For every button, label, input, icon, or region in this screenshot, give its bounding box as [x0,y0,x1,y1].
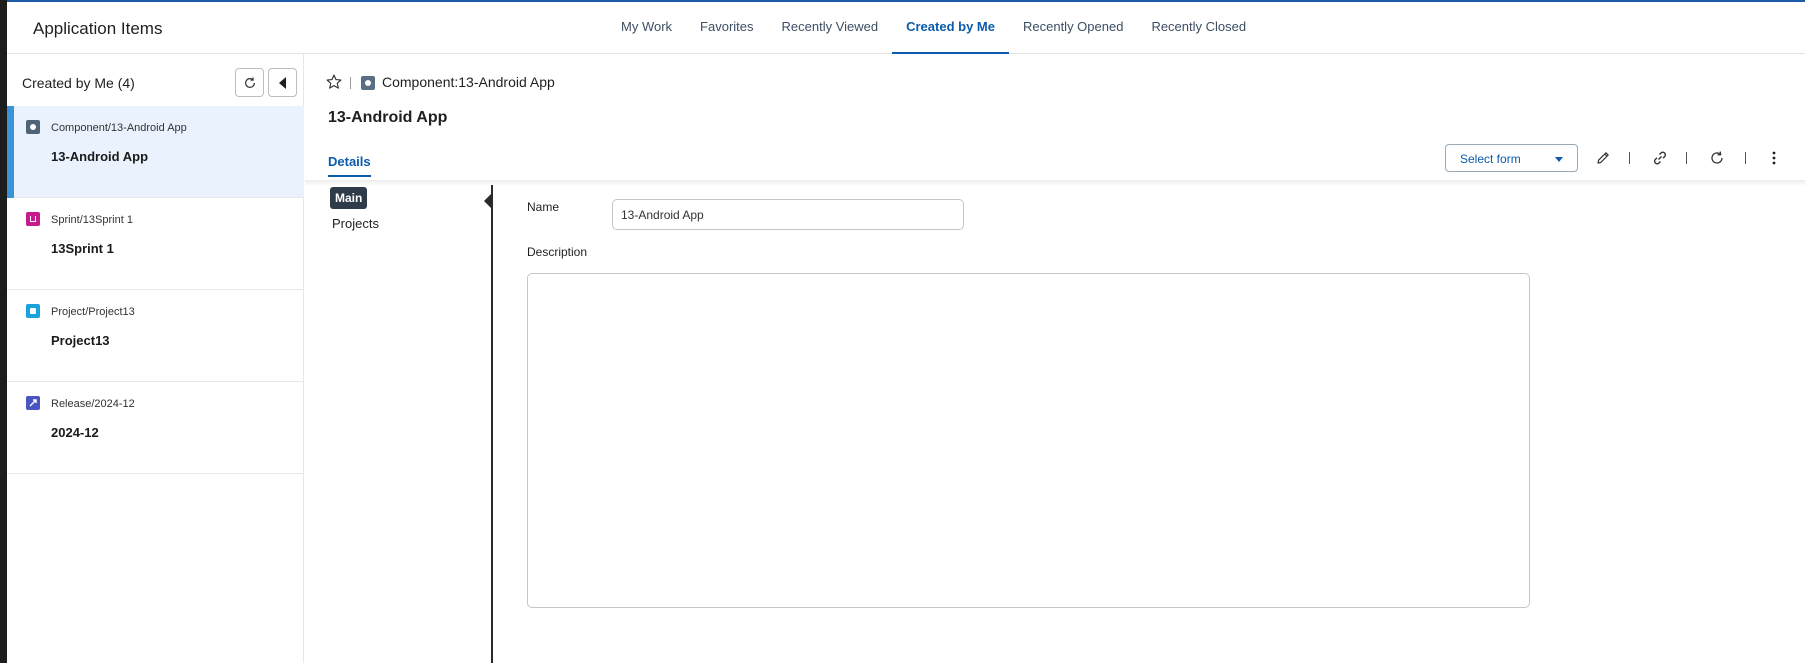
sidebar-header: Created by Me (4) [7,54,303,106]
item-name: 2024-12 [51,425,99,440]
list-item-sprint[interactable]: Sprint/13Sprint 1 13Sprint 1 [7,198,304,290]
refresh-icon [244,76,255,88]
link-icon[interactable] [1652,150,1668,166]
section-projects[interactable]: Projects [332,216,379,231]
sidebar: Created by Me (4) Component/13-Android A… [7,54,304,663]
tab-details[interactable]: Details [328,154,371,177]
name-field[interactable] [612,199,964,230]
list-item-release[interactable]: Release/2024-12 2024-12 [7,382,304,474]
edit-pencil-icon[interactable] [1595,150,1611,166]
section-pointer-icon [484,194,491,208]
section-main[interactable]: Main [330,187,368,209]
tab-my-work[interactable]: My Work [607,2,686,54]
name-label: Name [527,200,560,214]
project-icon [26,304,40,318]
refresh-icon[interactable] [1709,150,1725,166]
details-toolbar: Select form [305,142,1805,180]
breadcrumb-separator [350,77,351,89]
description-field[interactable] [527,273,1530,608]
release-icon [26,396,40,410]
list-item-android-app[interactable]: Component/13-Android App 13-Android App [7,106,304,198]
breadcrumb: Component:13-Android App [382,74,555,90]
item-path: Project/Project13 [51,306,135,318]
item-path: Component/13-Android App [51,122,187,134]
toolbar-separator [1745,152,1746,164]
sidebar-refresh-button[interactable] [235,68,264,97]
chevron-down-icon [1555,157,1563,162]
main-panel: Component:13-Android App 13-Android App … [305,54,1805,663]
item-name: 13Sprint 1 [51,241,114,256]
tab-favorites[interactable]: Favorites [686,2,767,54]
item-path: Release/2024-12 [51,398,135,410]
caret-left-icon [278,76,286,89]
tab-recently-closed[interactable]: Recently Closed [1137,2,1260,54]
sprint-icon [26,212,40,226]
more-vertical-icon[interactable] [1766,150,1782,166]
toolbar-separator [1629,152,1630,164]
item-path: Sprint/13Sprint 1 [51,214,133,226]
list-item-project[interactable]: Project/Project13 Project13 [7,290,304,382]
select-form-label: Select form [1460,152,1521,166]
top-nav: My Work Favorites Recently Viewed Create… [607,2,1260,54]
page-title: 13-Android App [328,109,448,126]
app-title: Application Items [33,19,163,38]
toolbar-shadow [305,180,1805,186]
item-name: Project13 [51,333,110,348]
tab-recently-viewed[interactable]: Recently Viewed [768,2,893,54]
component-icon [361,76,375,90]
item-name: 13-Android App [51,149,149,164]
description-label: Description [527,245,588,259]
app-header: Application Items My Work Favorites Rece… [7,2,1805,54]
section-divider[interactable] [491,185,493,663]
window-edge [0,0,7,663]
sidebar-collapse-button[interactable] [268,68,297,97]
component-icon [26,120,40,134]
select-form-dropdown[interactable]: Select form [1445,144,1578,172]
star-icon[interactable] [325,73,343,91]
tab-recently-opened[interactable]: Recently Opened [1009,2,1137,54]
sidebar-title: Created by Me (4) [22,75,135,91]
toolbar-separator [1686,152,1687,164]
tab-created-by-me[interactable]: Created by Me [892,2,1009,54]
item-list: Component/13-Android App 13-Android App … [7,106,304,474]
